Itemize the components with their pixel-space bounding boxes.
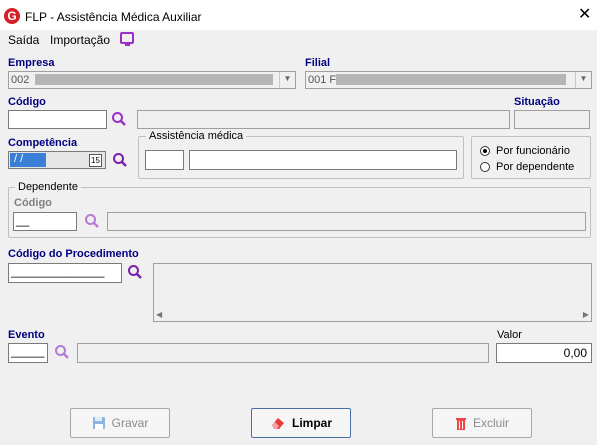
valor-label: Valor	[497, 329, 522, 341]
chevron-down-icon[interactable]: ▼	[279, 72, 295, 88]
procedimento-description-box: ◀ ▶	[153, 263, 592, 322]
dependente-codigo-label: Código	[14, 197, 52, 209]
filial-redacted	[336, 74, 566, 85]
dependente-description	[107, 212, 586, 231]
app-logo-icon: G	[4, 8, 20, 24]
excluir-button[interactable]: Excluir	[432, 408, 532, 438]
assistencia-description-input[interactable]	[189, 150, 457, 170]
competencia-value: / /	[10, 153, 46, 167]
search-icon[interactable]	[84, 213, 100, 229]
trash-icon	[455, 418, 466, 430]
assistencia-title: Assistência médica	[146, 130, 247, 142]
save-icon	[92, 417, 105, 429]
search-icon[interactable]	[127, 264, 143, 280]
eraser-icon	[271, 418, 284, 429]
filial-select[interactable]: 001 F ▼	[305, 71, 592, 89]
limpar-label: Limpar	[291, 416, 332, 430]
codigo-input[interactable]	[8, 110, 107, 129]
close-icon[interactable]: ✕	[578, 7, 591, 23]
situacao-field	[514, 110, 590, 129]
evento-input[interactable]: _____	[8, 343, 48, 363]
valor-input[interactable]: 0,00	[496, 343, 592, 363]
window-title: FLP - Assistência Médica Auxiliar	[25, 10, 202, 24]
evento-label: Evento	[8, 329, 45, 341]
filial-label: Filial	[305, 57, 331, 69]
situacao-label: Situação	[514, 96, 560, 108]
calendar-icon[interactable]: 15	[89, 154, 102, 167]
gravar-button[interactable]: Gravar	[70, 408, 170, 438]
search-icon[interactable]	[54, 344, 70, 360]
scroll-left-icon[interactable]: ◀	[156, 310, 162, 319]
search-icon[interactable]	[111, 111, 127, 127]
assistencia-code-input[interactable]	[145, 150, 184, 170]
scroll-right-icon[interactable]: ▶	[583, 310, 589, 319]
monitor-icon[interactable]	[120, 32, 134, 46]
search-icon[interactable]	[112, 152, 128, 168]
empresa-label: Empresa	[8, 57, 55, 69]
evento-description	[77, 343, 489, 363]
chevron-down-icon[interactable]: ▼	[575, 72, 591, 88]
dependente-codigo-input[interactable]: __	[13, 212, 77, 231]
por-dependente-label[interactable]: Por dependente	[496, 161, 574, 173]
competencia-input[interactable]: / / 15	[8, 151, 106, 169]
excluir-label: Excluir	[472, 416, 509, 430]
gravar-label: Gravar	[111, 416, 149, 430]
empresa-select[interactable]: 002 ▼	[8, 71, 296, 89]
radio-por-funcionario[interactable]	[480, 146, 490, 156]
empresa-value: 002	[11, 74, 30, 86]
codigo-label: Código	[8, 96, 46, 108]
dependente-title: Dependente	[15, 181, 81, 193]
empresa-redacted	[35, 74, 273, 85]
menu-saida[interactable]: Saída	[8, 33, 39, 47]
filial-value: 001 F	[308, 74, 337, 86]
limpar-button[interactable]: Limpar	[251, 408, 351, 438]
competencia-label: Competência	[8, 137, 78, 149]
procedimento-input[interactable]: ______________	[8, 263, 122, 283]
codigo-description	[137, 110, 510, 129]
por-funcionario-label[interactable]: Por funcionário	[496, 145, 570, 157]
procedimento-label: Código do Procedimento	[8, 248, 139, 260]
radio-por-dependente[interactable]	[480, 162, 490, 172]
menu-importacao[interactable]: Importação	[50, 33, 110, 47]
